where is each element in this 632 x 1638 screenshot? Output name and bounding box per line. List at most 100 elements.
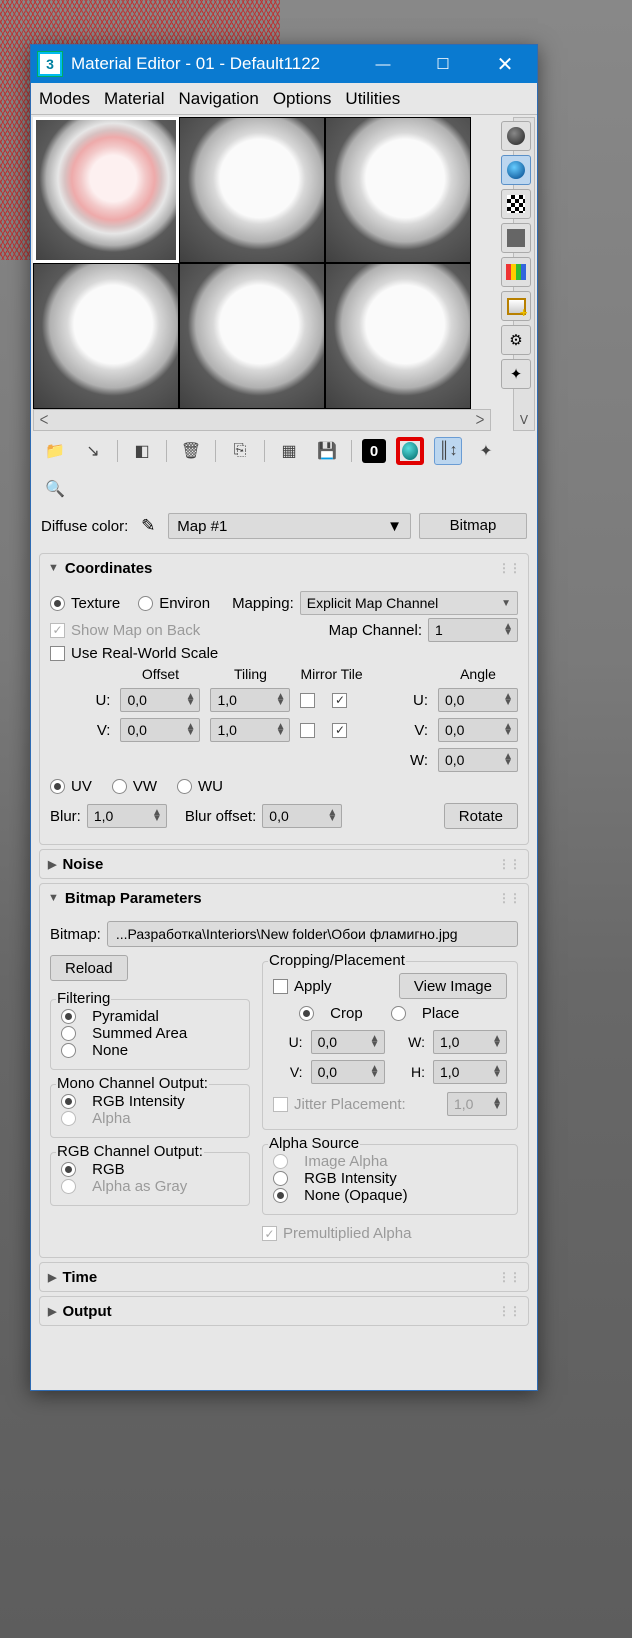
- scroll-left-icon[interactable]: ᐸ: [34, 410, 54, 430]
- radio-summed-area[interactable]: [61, 1026, 76, 1041]
- bitmap-path-button[interactable]: ...Разработка\Interiors\New folder\Обои …: [107, 921, 518, 947]
- minimize-button[interactable]: —: [353, 45, 413, 83]
- radio-rgb-alpha-gray: [61, 1179, 76, 1194]
- sample-type-icon[interactable]: [501, 121, 531, 151]
- tiling-u-spinner[interactable]: 1,0▲▼: [210, 688, 290, 712]
- map-name-dropdown[interactable]: Map #1 ▼: [168, 513, 411, 539]
- crop-v-spinner[interactable]: 0,0▲▼: [311, 1060, 385, 1084]
- color-picker-icon[interactable]: ✎: [136, 514, 160, 538]
- sample-slot-2[interactable]: [179, 117, 325, 263]
- sample-slot-5[interactable]: [179, 263, 325, 409]
- mapping-dropdown[interactable]: Explicit Map Channel▼: [300, 591, 518, 615]
- mirror-u-chk[interactable]: [300, 693, 315, 708]
- material-id-icon[interactable]: 0: [362, 439, 386, 463]
- make-unique-icon[interactable]: ⎘: [226, 437, 254, 465]
- crop-h-spinner[interactable]: 1,0▲▼: [433, 1060, 507, 1084]
- angle-u-spinner[interactable]: 0,0▲▼: [438, 688, 518, 712]
- put-to-library-icon[interactable]: ▦: [275, 437, 303, 465]
- rollup-header-noise[interactable]: ▶ Noise ⋮⋮: [40, 850, 528, 878]
- rollup-header-output[interactable]: ▶ Output ⋮⋮: [40, 1297, 528, 1325]
- show-end-result-icon[interactable]: ║↕: [434, 437, 462, 465]
- titlebar[interactable]: 3 Material Editor - 01 - Default1122 — ☐…: [31, 45, 537, 83]
- rollup-header-time[interactable]: ▶ Time ⋮⋮: [40, 1263, 528, 1291]
- mirror-v-chk[interactable]: [300, 723, 315, 738]
- grip-icon[interactable]: ⋮⋮: [498, 891, 520, 905]
- radio-pyramidal[interactable]: [61, 1009, 76, 1024]
- grip-icon[interactable]: ⋮⋮: [498, 857, 520, 871]
- menu-utilities[interactable]: Utilities: [345, 89, 400, 109]
- sample-slot-1[interactable]: [33, 117, 179, 263]
- put-to-scene-icon[interactable]: ↘: [79, 437, 107, 465]
- radio-place[interactable]: [391, 1006, 406, 1021]
- radio-texture[interactable]: [50, 596, 65, 611]
- sample-slot-4[interactable]: [33, 263, 179, 409]
- radio-wu[interactable]: [177, 779, 192, 794]
- radio-mono-rgb[interactable]: [61, 1094, 76, 1109]
- blur-offset-spinner[interactable]: 0,0▲▼: [262, 804, 342, 828]
- go-forward-icon[interactable]: 🔍: [41, 475, 69, 503]
- slots-hscrollbar[interactable]: ᐸ ᐳ: [33, 409, 491, 431]
- go-to-parent-icon[interactable]: ✦: [472, 437, 500, 465]
- get-material-icon[interactable]: 📁: [41, 437, 69, 465]
- radio-mono-alpha: [61, 1111, 76, 1126]
- grip-icon[interactable]: ⋮⋮: [498, 561, 520, 575]
- reload-button[interactable]: Reload: [50, 955, 128, 981]
- tile-v-chk[interactable]: [332, 723, 347, 738]
- radio-rgb-rgb[interactable]: [61, 1162, 76, 1177]
- chk-apply[interactable]: [273, 979, 288, 994]
- radio-vw[interactable]: [112, 779, 127, 794]
- show-map-in-viewport-icon[interactable]: [396, 437, 424, 465]
- offset-v-spinner[interactable]: 0,0▲▼: [120, 718, 200, 742]
- tile-u-chk[interactable]: [332, 693, 347, 708]
- radio-alpha-rgb-intensity[interactable]: [273, 1171, 288, 1186]
- sample-uv-icon[interactable]: [501, 223, 531, 253]
- sample-slot-6[interactable]: [325, 263, 471, 409]
- rotate-button[interactable]: Rotate: [444, 803, 518, 829]
- crop-w-spinner[interactable]: 1,0▲▼: [433, 1030, 507, 1054]
- options-gear-icon[interactable]: ⚙: [501, 325, 531, 355]
- save-icon[interactable]: 💾: [313, 437, 341, 465]
- menu-material[interactable]: Material: [104, 89, 164, 109]
- expand-icon: ▶: [48, 1305, 56, 1318]
- rollup-header-bitmap[interactable]: ▼ Bitmap Parameters ⋮⋮: [40, 884, 528, 912]
- delete-icon[interactable]: 🗑: [177, 437, 205, 465]
- select-by-material-icon[interactable]: ✦: [501, 359, 531, 389]
- menu-options[interactable]: Options: [273, 89, 332, 109]
- close-button[interactable]: ✕: [473, 45, 537, 83]
- assign-to-selection-icon[interactable]: ◧: [128, 437, 156, 465]
- blur-spinner[interactable]: 1,0▲▼: [87, 804, 167, 828]
- rollup-noise: ▶ Noise ⋮⋮: [39, 849, 529, 879]
- background-icon[interactable]: [501, 189, 531, 219]
- chk-real-world-scale[interactable]: [50, 646, 65, 661]
- backlight-icon[interactable]: [501, 155, 531, 185]
- radio-environ[interactable]: [138, 596, 153, 611]
- angle-v-spinner[interactable]: 0,0▲▼: [438, 718, 518, 742]
- rollup-coordinates: ▼ Coordinates ⋮⋮ Texture Environ Mapping…: [39, 553, 529, 845]
- radio-uv[interactable]: [50, 779, 65, 794]
- chevron-down-icon: ▼: [387, 518, 402, 535]
- window-title: Material Editor - 01 - Default1122: [71, 54, 353, 74]
- sample-slot-3[interactable]: [325, 117, 471, 263]
- crop-u-spinner[interactable]: 0,0▲▼: [311, 1030, 385, 1054]
- tiling-v-spinner[interactable]: 1,0▲▼: [210, 718, 290, 742]
- grip-icon[interactable]: ⋮⋮: [498, 1270, 520, 1284]
- video-color-check-icon[interactable]: [501, 257, 531, 287]
- offset-u-spinner[interactable]: 0,0▲▼: [120, 688, 200, 712]
- maximize-button[interactable]: ☐: [413, 45, 473, 83]
- angle-w-spinner[interactable]: 0,0▲▼: [438, 748, 518, 772]
- radio-filter-none[interactable]: [61, 1043, 76, 1058]
- scroll-down-icon[interactable]: ᐯ: [514, 410, 534, 430]
- map-channel-spinner[interactable]: 1▲▼: [428, 618, 518, 642]
- view-image-button[interactable]: View Image: [399, 973, 507, 999]
- make-preview-icon[interactable]: [501, 291, 531, 321]
- jitter-spinner: 1,0▲▼: [447, 1092, 507, 1116]
- menu-modes[interactable]: Modes: [39, 89, 90, 109]
- grip-icon[interactable]: ⋮⋮: [498, 1304, 520, 1318]
- map-type-button[interactable]: Bitmap: [419, 513, 527, 539]
- radio-alpha-none[interactable]: [273, 1188, 288, 1203]
- radio-crop[interactable]: [299, 1006, 314, 1021]
- menu-navigation[interactable]: Navigation: [179, 89, 259, 109]
- app-icon: 3: [37, 51, 63, 77]
- rollup-header-coordinates[interactable]: ▼ Coordinates ⋮⋮: [40, 554, 528, 582]
- scroll-right-icon[interactable]: ᐳ: [470, 410, 490, 430]
